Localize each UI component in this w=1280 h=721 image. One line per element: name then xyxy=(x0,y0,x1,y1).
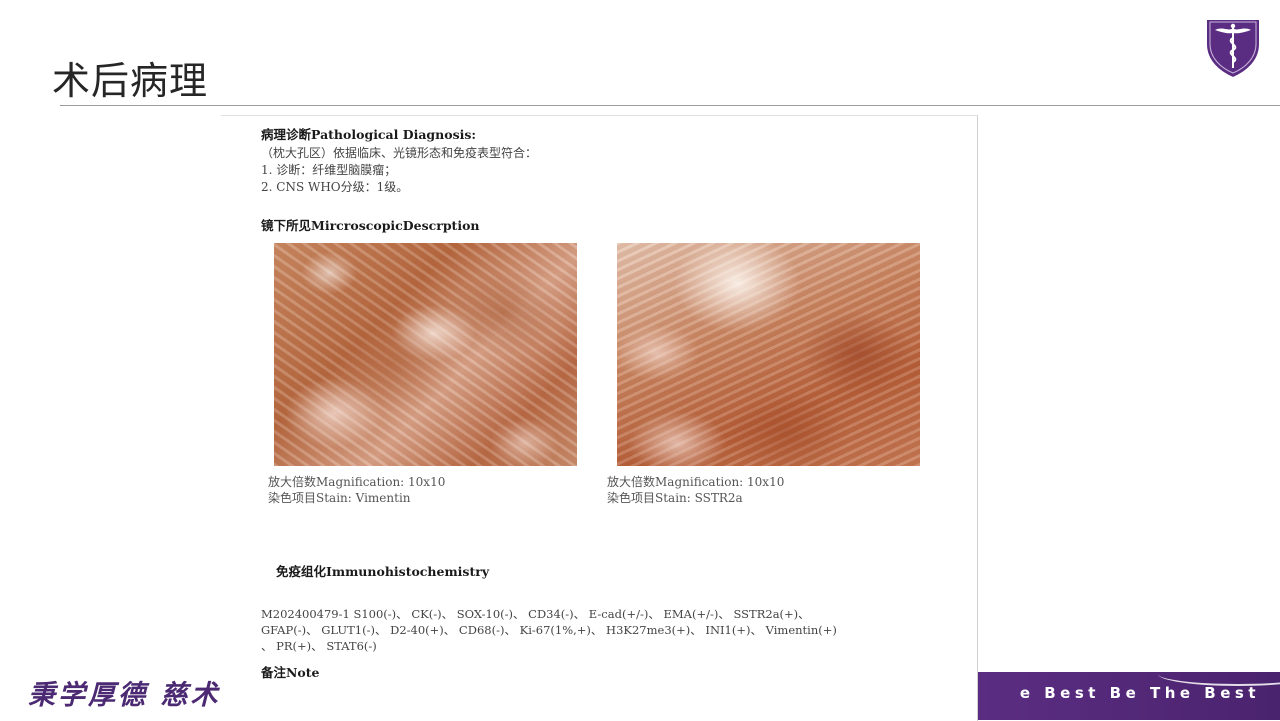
micrograph-caption-magnification: 放大倍数Magnification: 10x10 xyxy=(607,475,785,489)
ihc-result-line: M202400479-1 S100(-)、 CK(-)、 SOX-10(-)、 … xyxy=(261,607,810,621)
caduceus-shield-logo xyxy=(1205,18,1261,80)
diagnosis-line: 1. 诊断：纤维型脑膜瘤； xyxy=(261,163,397,177)
footer-slogan-band: e Best Be The Best xyxy=(978,672,1280,720)
pathology-report: 病理诊断Pathological Diagnosis: （枕大孔区）依据临床、光… xyxy=(221,115,978,721)
ihc-result-line: 、 PR(+)、 STAT6(-) xyxy=(261,639,377,653)
footer-motto: 秉学厚德 慈术 xyxy=(28,680,221,711)
diagnosis-line: （枕大孔区）依据临床、光镜形态和免疫表型符合： xyxy=(261,146,538,160)
micrograph-sstr2a xyxy=(617,243,920,466)
note-label: 备注Note xyxy=(261,665,320,680)
diagnosis-line: 2. CNS WHO分级：1级。 xyxy=(261,180,409,194)
diagnosis-heading: 病理诊断Pathological Diagnosis: xyxy=(261,127,477,142)
slide-title: 术后病理 xyxy=(52,59,209,103)
micrograph-caption-stain: 染色项目Stain: Vimentin xyxy=(268,491,411,505)
ihc-result-line: GFAP(-)、 GLUT1(-)、 D2-40(+)、 CD68(-)、 Ki… xyxy=(261,623,837,637)
title-divider xyxy=(60,105,1280,106)
footer-slogan: e Best Be The Best xyxy=(1019,684,1260,702)
micrograph-vimentin xyxy=(274,243,577,466)
ihc-heading: 免疫组化Immunohistochemistry xyxy=(276,564,490,579)
microscopic-heading: 镜下所见MircroscopicDescrption xyxy=(261,218,480,233)
micrograph-caption-magnification: 放大倍数Magnification: 10x10 xyxy=(268,475,446,489)
micrograph-caption-stain: 染色项目Stain: SSTR2a xyxy=(607,491,743,505)
